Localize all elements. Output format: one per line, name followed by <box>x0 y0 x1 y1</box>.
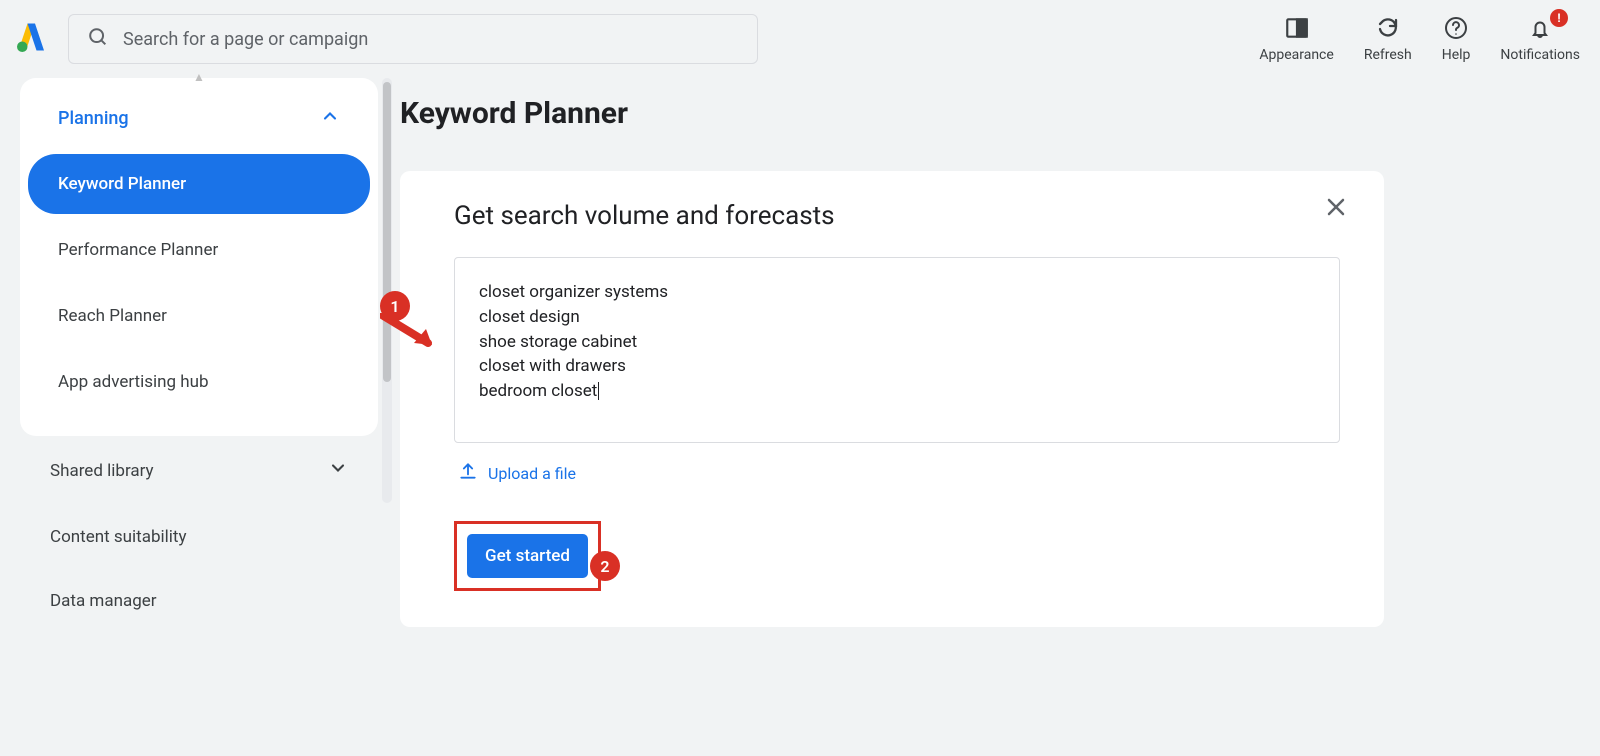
help-button[interactable]: Help <box>1442 15 1471 63</box>
google-ads-logo <box>14 19 50 59</box>
upload-icon <box>458 461 478 485</box>
refresh-button[interactable]: Refresh <box>1364 15 1412 63</box>
sidebar-collapse-arrow-icon[interactable]: ▲ <box>193 70 205 84</box>
page-title: Keyword Planner <box>400 96 1580 131</box>
text-cursor <box>598 382 599 400</box>
sidebar-section-planning[interactable]: Planning <box>28 96 370 148</box>
sidebar-group-content-suitability[interactable]: Content suitability <box>20 505 378 569</box>
close-icon <box>1324 204 1348 223</box>
sidebar-section-label: Planning <box>58 108 129 129</box>
keywords-textarea[interactable]: closet organizer systems closet design s… <box>454 257 1340 443</box>
notifications-button[interactable]: ! Notifications <box>1500 15 1580 63</box>
sidebar-item-reach-planner[interactable]: Reach Planner <box>28 286 370 346</box>
annotation-callout-2: 2 <box>590 551 620 581</box>
upload-file-link[interactable]: Upload a file <box>454 461 1340 485</box>
chevron-up-icon <box>320 106 340 130</box>
appearance-icon <box>1284 15 1310 41</box>
sidebar-item-performance-planner[interactable]: Performance Planner <box>28 220 370 280</box>
main-content: Keyword Planner Get search volume and fo… <box>400 78 1580 627</box>
close-button[interactable] <box>1324 195 1348 223</box>
sidebar-group-shared-library[interactable]: Shared library <box>20 436 378 505</box>
search-box[interactable] <box>68 14 758 64</box>
top-bar: Appearance Refresh Help <box>0 0 1600 78</box>
notifications-label: Notifications <box>1500 47 1580 63</box>
bell-icon <box>1528 15 1552 41</box>
search-volume-card: Get search volume and forecasts 1 closet… <box>400 171 1384 627</box>
help-icon <box>1444 15 1468 41</box>
sidebar-group-data-manager[interactable]: Data manager <box>20 569 378 617</box>
annotation-highlight-box: Get started <box>454 521 601 591</box>
get-started-button[interactable]: Get started <box>467 534 588 578</box>
help-label: Help <box>1442 47 1471 63</box>
notification-badge: ! <box>1550 9 1568 27</box>
search-input[interactable] <box>123 29 739 50</box>
sidebar-item-keyword-planner[interactable]: Keyword Planner <box>28 154 370 214</box>
card-title: Get search volume and forecasts <box>454 201 1340 231</box>
search-icon <box>87 26 109 52</box>
chevron-down-icon <box>328 458 348 483</box>
upload-label: Upload a file <box>488 464 576 483</box>
annotation-callout-1: 1 <box>380 291 410 321</box>
refresh-icon <box>1376 15 1400 41</box>
appearance-button[interactable]: Appearance <box>1259 15 1333 63</box>
keywords-text: closet organizer systems closet design s… <box>479 282 668 401</box>
refresh-label: Refresh <box>1364 47 1412 63</box>
sidebar: ▲ Planning Keyword Planner Performance P… <box>20 78 378 617</box>
appearance-label: Appearance <box>1259 47 1333 63</box>
top-actions: Appearance Refresh Help <box>1259 15 1580 63</box>
sidebar-item-app-advertising-hub[interactable]: App advertising hub <box>28 352 370 412</box>
